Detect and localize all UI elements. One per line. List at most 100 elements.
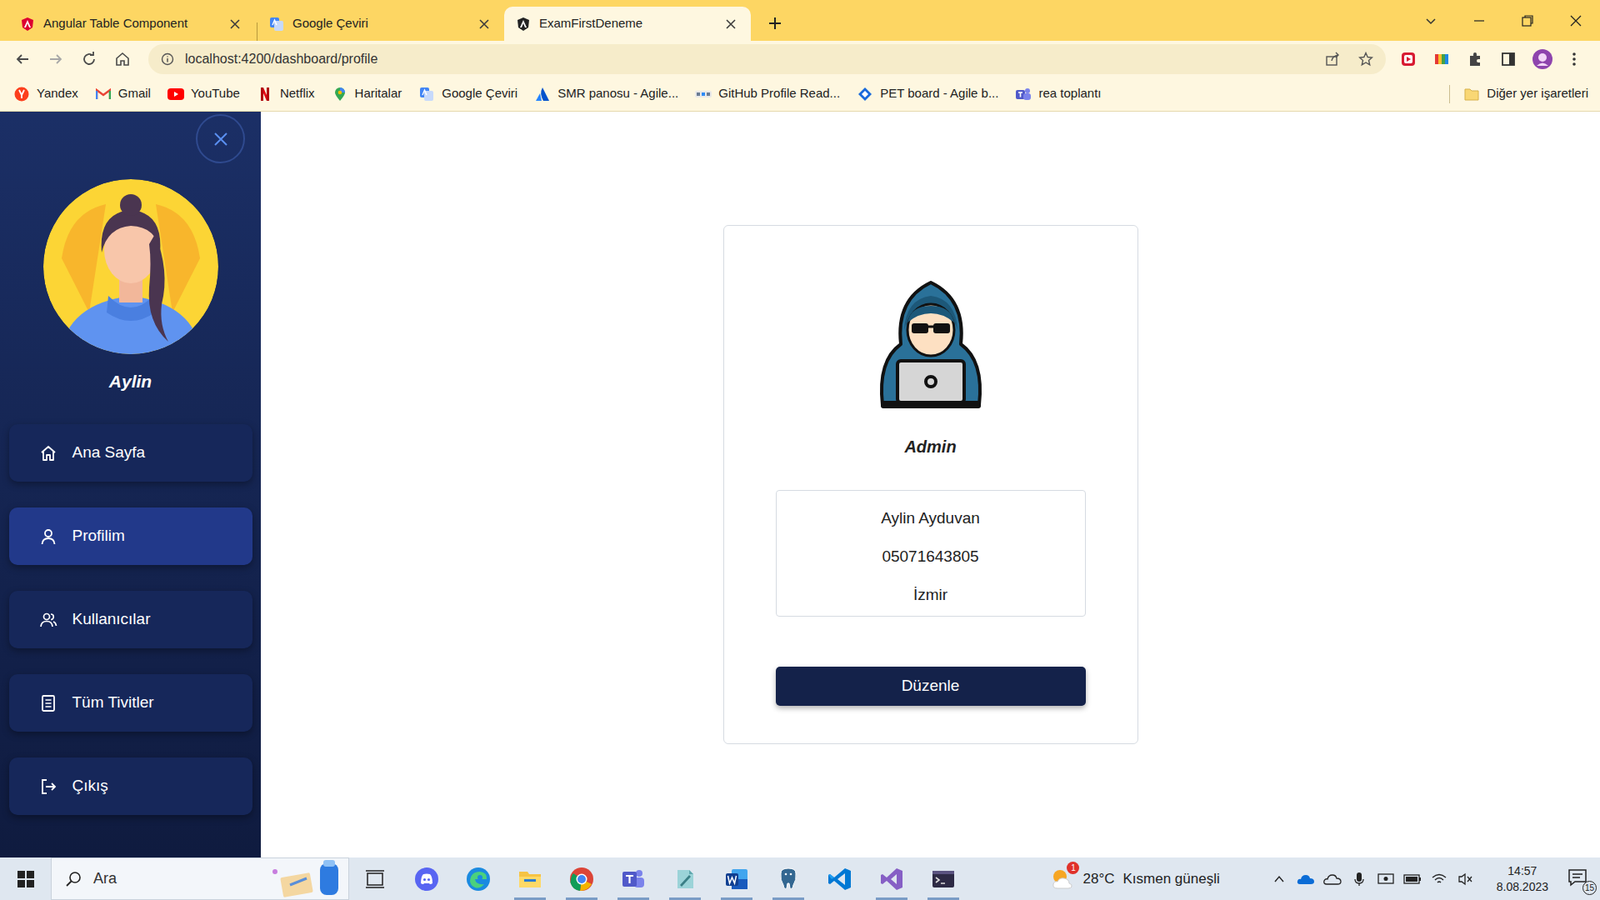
bookmarks-bar: Yandex Gmail YouTube Netflix Haritalar Google… xyxy=(0,76,1600,112)
bookmark[interactable]: SMR panosu - Agile... xyxy=(534,84,679,104)
side-panel-icon[interactable] xyxy=(1497,48,1520,70)
other-bookmarks-label: Diğer yer işaretleri xyxy=(1486,84,1589,104)
bookmark[interactable]: Gmail xyxy=(95,84,151,104)
bookmark-icon xyxy=(695,85,712,103)
back-icon[interactable] xyxy=(8,45,37,74)
close-window-icon[interactable] xyxy=(1551,0,1600,41)
url-text[interactable]: localhost:4200/dashboard/profile xyxy=(185,49,1311,70)
bookmark-label: Yandex xyxy=(36,84,79,104)
taskbar-app[interactable] xyxy=(607,857,660,900)
sidebar-menu: Ana Sayfa Profilim Kullanıcılar Tüm Tivitle… xyxy=(9,424,253,815)
taskbar-app[interactable] xyxy=(917,857,970,900)
sidebar-item[interactable]: Kullanıcılar xyxy=(9,590,253,649)
bookmark[interactable]: Netflix xyxy=(256,84,315,104)
reload-icon[interactable] xyxy=(75,45,104,74)
bookmark-label: YouTube xyxy=(190,84,240,104)
running-indicator xyxy=(565,897,598,900)
browser-tab[interactable]: Google Çeviri xyxy=(257,6,505,41)
bookmark[interactable]: rea toplantı xyxy=(1015,84,1101,104)
page: AylinAna SayfaProfilimKullanıcılarTüm Ti… xyxy=(0,111,1600,858)
close-icon xyxy=(212,130,230,148)
wifi-icon[interactable] xyxy=(1430,870,1449,889)
extension-icon[interactable] xyxy=(1397,48,1420,70)
close-tab-icon[interactable] xyxy=(226,15,244,33)
taskbar-app[interactable] xyxy=(400,857,453,900)
chevron-up-icon[interactable] xyxy=(1270,870,1289,889)
search-placeholder: Ara xyxy=(93,867,254,890)
tab-favicon-icon xyxy=(515,16,531,32)
main-content: AdminAylin Ayduvan05071643805İzmirDüzenl… xyxy=(260,111,1600,858)
bookmark-icon xyxy=(167,85,185,103)
bookmark[interactable]: Haritalar xyxy=(331,84,403,104)
windows-start-icon[interactable] xyxy=(0,857,51,900)
profile-details: Aylin Ayduvan05071643805İzmir xyxy=(775,490,1086,617)
profile-detail: Aylin Ayduvan xyxy=(880,499,980,538)
desktop: Angular Table ComponentGoogle ÇeviriExam… xyxy=(0,0,1600,900)
speaker-muted-icon[interactable] xyxy=(1456,870,1475,889)
clock[interactable]: 14:578.08.2023 xyxy=(1496,863,1549,895)
task-view-icon[interactable] xyxy=(349,857,401,900)
share-icon[interactable] xyxy=(1320,47,1345,71)
browser-tab[interactable]: ExamFirstDeneme xyxy=(504,6,751,41)
bookmark-label: Google Çeviri xyxy=(441,84,518,104)
home-icon[interactable] xyxy=(108,45,137,74)
new-tab-icon[interactable] xyxy=(760,9,790,38)
bookmark-icon xyxy=(95,85,112,103)
bookmark-icon xyxy=(856,85,874,103)
home-icon xyxy=(39,444,58,463)
microphone-icon[interactable] xyxy=(1350,870,1369,889)
taskbar-app[interactable] xyxy=(452,857,505,900)
notification-center[interactable]: 15 xyxy=(1566,866,1592,892)
tab-search-icon[interactable] xyxy=(1406,0,1455,41)
search-box[interactable]: Ara xyxy=(50,857,350,900)
bookmark-icon xyxy=(534,85,551,103)
close-sidebar-button[interactable] xyxy=(195,114,245,164)
close-tab-icon[interactable] xyxy=(475,15,493,33)
bookmark[interactable]: Yandex xyxy=(13,84,79,104)
bookmark-icon xyxy=(256,85,274,103)
other-bookmarks[interactable]: Diğer yer işaretleri xyxy=(1449,84,1589,104)
taskbar-app[interactable] xyxy=(659,857,711,900)
forward-icon[interactable] xyxy=(41,45,70,74)
maximize-icon[interactable] xyxy=(1503,0,1552,41)
weather-badge: 1 xyxy=(1066,861,1080,875)
taskbar-app[interactable] xyxy=(865,857,918,900)
search-highlight-icon xyxy=(265,860,349,899)
address-bar[interactable]: localhost:4200/dashboard/profile xyxy=(148,44,1386,75)
profile-icon[interactable] xyxy=(1530,47,1555,71)
display-icon[interactable] xyxy=(1376,870,1395,889)
weather[interactable]: 128°CKısmen güneşli xyxy=(1049,866,1270,892)
avatar xyxy=(43,179,219,355)
menu-icon[interactable] xyxy=(1565,47,1583,71)
taskbar-app[interactable] xyxy=(814,857,866,900)
bookmark[interactable]: YouTube xyxy=(167,84,240,104)
bookmark[interactable]: GitHub Profile Read... xyxy=(695,84,840,104)
taskbar-app[interactable] xyxy=(504,857,556,900)
bookmark-star-icon[interactable] xyxy=(1354,47,1378,71)
bookmark[interactable]: PET board - Agile b... xyxy=(856,84,999,104)
puzzle-icon[interactable] xyxy=(1464,48,1486,70)
extension-icon[interactable] xyxy=(1430,48,1453,70)
taskbar-app[interactable] xyxy=(710,857,763,900)
battery-icon[interactable] xyxy=(1403,870,1422,889)
teams-icon xyxy=(620,866,646,892)
bookmark-label: rea toplantı xyxy=(1038,84,1101,104)
sidebar-item[interactable]: Çıkış xyxy=(9,757,253,815)
sidebar-item[interactable]: Ana Sayfa xyxy=(9,424,253,482)
network-cloud-icon[interactable] xyxy=(1323,870,1342,889)
time: 14:57 xyxy=(1507,863,1537,880)
minimize-icon[interactable] xyxy=(1455,0,1504,41)
visual-studio-icon xyxy=(879,866,905,892)
taskbar-app[interactable] xyxy=(762,857,815,900)
sidebar-item[interactable]: Profilim xyxy=(9,507,253,565)
onedrive-icon[interactable] xyxy=(1296,870,1315,889)
sidebar-item[interactable]: Tüm Tivitler xyxy=(9,674,253,732)
close-tab-icon[interactable] xyxy=(722,15,740,33)
chrome-icon xyxy=(569,866,595,892)
taskbar-app[interactable] xyxy=(555,857,608,900)
bookmark[interactable]: Google Çeviri xyxy=(418,84,518,104)
edit-button[interactable]: Düzenle xyxy=(775,666,1086,706)
extensions xyxy=(1397,47,1583,71)
browser-tab[interactable]: Angular Table Component xyxy=(8,6,255,41)
app-icon xyxy=(672,866,698,892)
